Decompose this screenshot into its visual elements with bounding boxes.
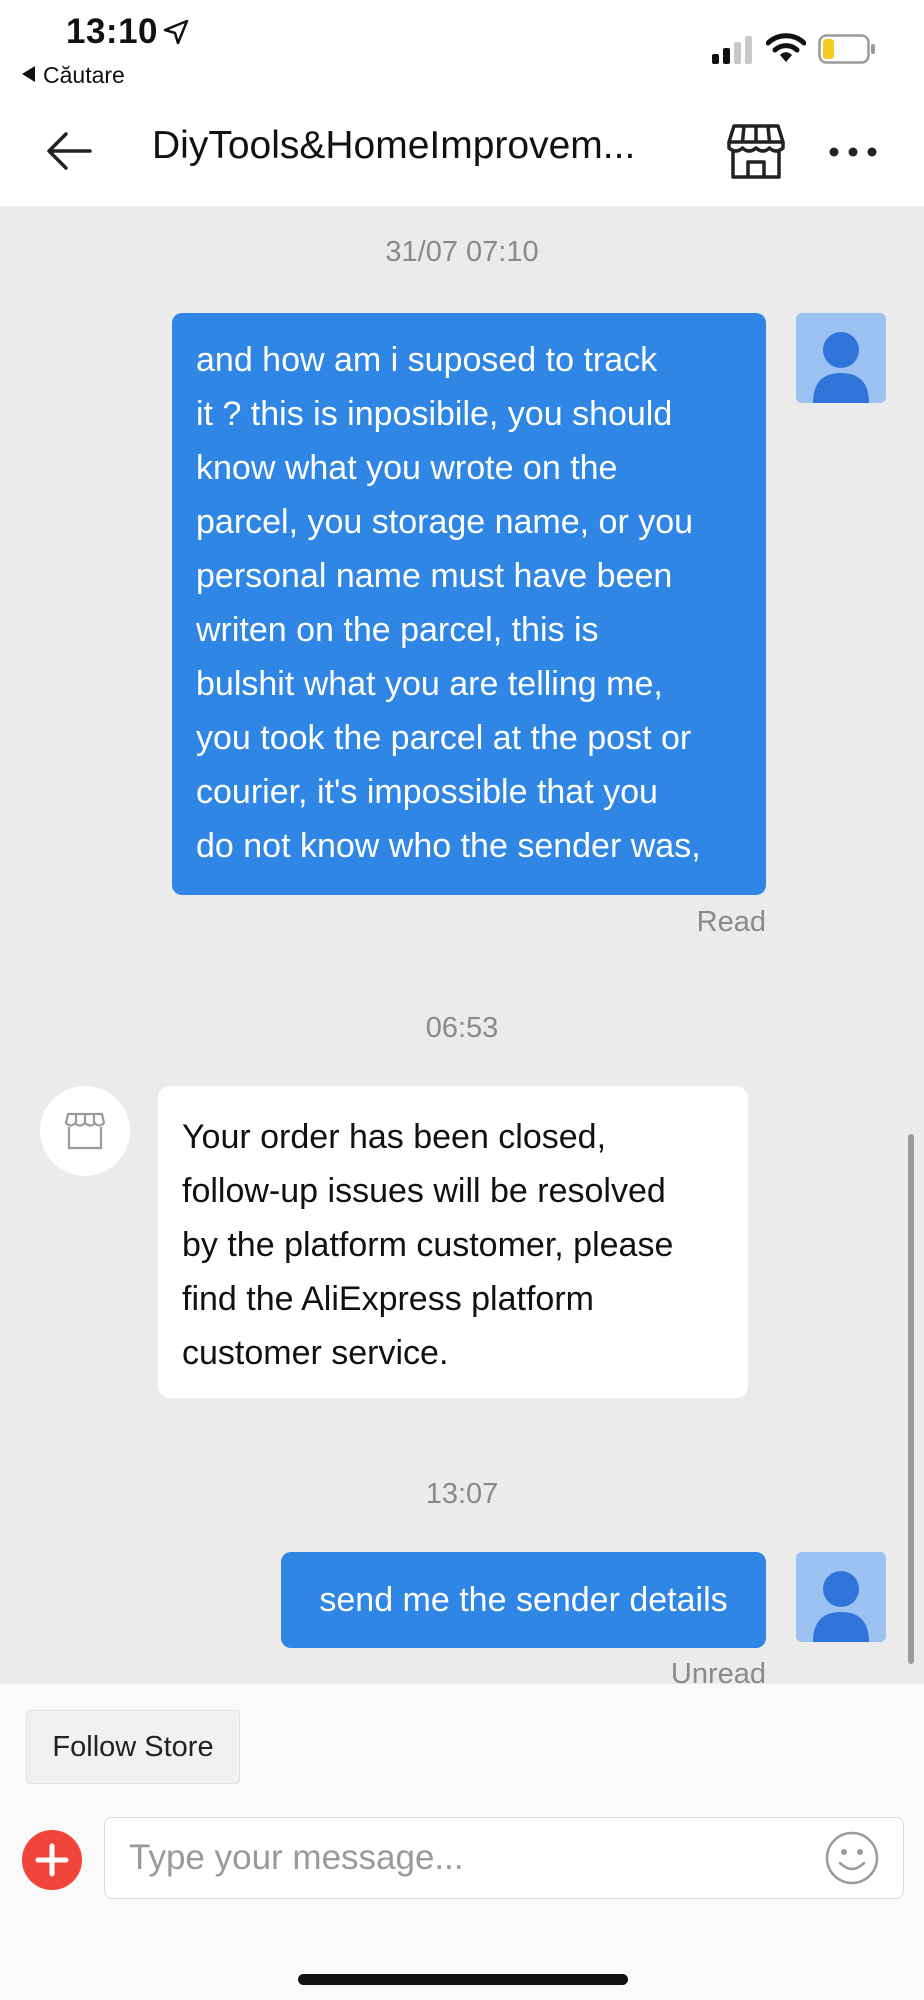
chat-header: DiyTools&HomeImprovem...: [0, 100, 924, 206]
back-app-label: Căutare: [43, 62, 125, 88]
read-status: Read: [696, 906, 766, 938]
message-line: do not know who the sender was,: [196, 827, 701, 865]
home-indicator[interactable]: [298, 1974, 628, 1985]
message-line: courier, it's impossible that you: [196, 773, 658, 811]
status-bar: 13:10 Căutare: [0, 0, 924, 100]
message-timestamp: 06:53: [425, 1012, 499, 1044]
follow-store-button[interactable]: Follow Store: [26, 1710, 240, 1784]
message-line: bulshit what you are telling me,: [196, 665, 663, 703]
message-line: it ? this is inposibile, you should: [196, 395, 673, 433]
add-attachment-button[interactable]: [22, 1830, 82, 1890]
back-triangle-icon: [22, 66, 35, 82]
received-message-bubble[interactable]: Your order has been closed, follow-up is…: [158, 1086, 748, 1398]
message-line: and how am i suposed to track: [196, 341, 658, 379]
plus-icon: [35, 1843, 69, 1877]
sent-message-bubble[interactable]: send me the sender details: [281, 1552, 766, 1648]
message-line: personal name must have been: [196, 557, 673, 595]
sent-message-bubble[interactable]: and how am i suposed to track it ? this …: [172, 313, 766, 895]
signal-icon: [712, 36, 752, 64]
smiley-icon[interactable]: [824, 1830, 880, 1886]
chat-scrollbar[interactable]: [908, 1134, 914, 1664]
message-line: know what you wrote on the: [196, 449, 618, 487]
unread-status: Unread: [670, 1658, 766, 1684]
message-line: follow-up issues will be resolved: [182, 1172, 666, 1210]
message-line: parcel, you storage name, or you: [196, 503, 694, 541]
message-line: writen on the parcel, this is: [196, 611, 599, 649]
message-line: send me the sender details: [319, 1581, 728, 1619]
battery-icon: [818, 34, 875, 64]
composer-area: Follow Store Type your message...: [0, 1684, 924, 2000]
back-arrow-icon[interactable]: [44, 126, 94, 176]
message-line: you took the parcel at the post or: [196, 719, 692, 757]
status-time: 13:10: [66, 12, 159, 51]
user-avatar[interactable]: [796, 313, 886, 403]
user-avatar[interactable]: [796, 1552, 886, 1642]
message-line: Your order has been closed,: [182, 1118, 607, 1156]
wifi-icon: [766, 33, 806, 62]
user-avatar-icon: [813, 1571, 869, 1642]
store-avatar-icon: [64, 1112, 106, 1150]
message-timestamp: 13:07: [425, 1478, 499, 1510]
message-line: customer service.: [182, 1334, 449, 1372]
user-avatar-icon: [813, 332, 869, 403]
message-input[interactable]: Type your message...: [104, 1817, 904, 1899]
message-timestamp: 31/07 07:10: [385, 236, 539, 268]
back-to-app-link[interactable]: Căutare: [22, 62, 125, 89]
location-arrow-icon: [163, 19, 189, 45]
chat-title: DiyTools&HomeImprovem...: [152, 124, 636, 167]
store-avatar[interactable]: [40, 1086, 130, 1176]
message-line: by the platform customer, please: [182, 1226, 674, 1264]
store-icon[interactable]: [726, 122, 786, 180]
chat-messages-area[interactable]: 31/07 07:10 and how am i suposed to trac…: [0, 206, 924, 1684]
message-line: find the AliExpress platform: [182, 1280, 594, 1318]
more-icon[interactable]: [828, 140, 878, 164]
